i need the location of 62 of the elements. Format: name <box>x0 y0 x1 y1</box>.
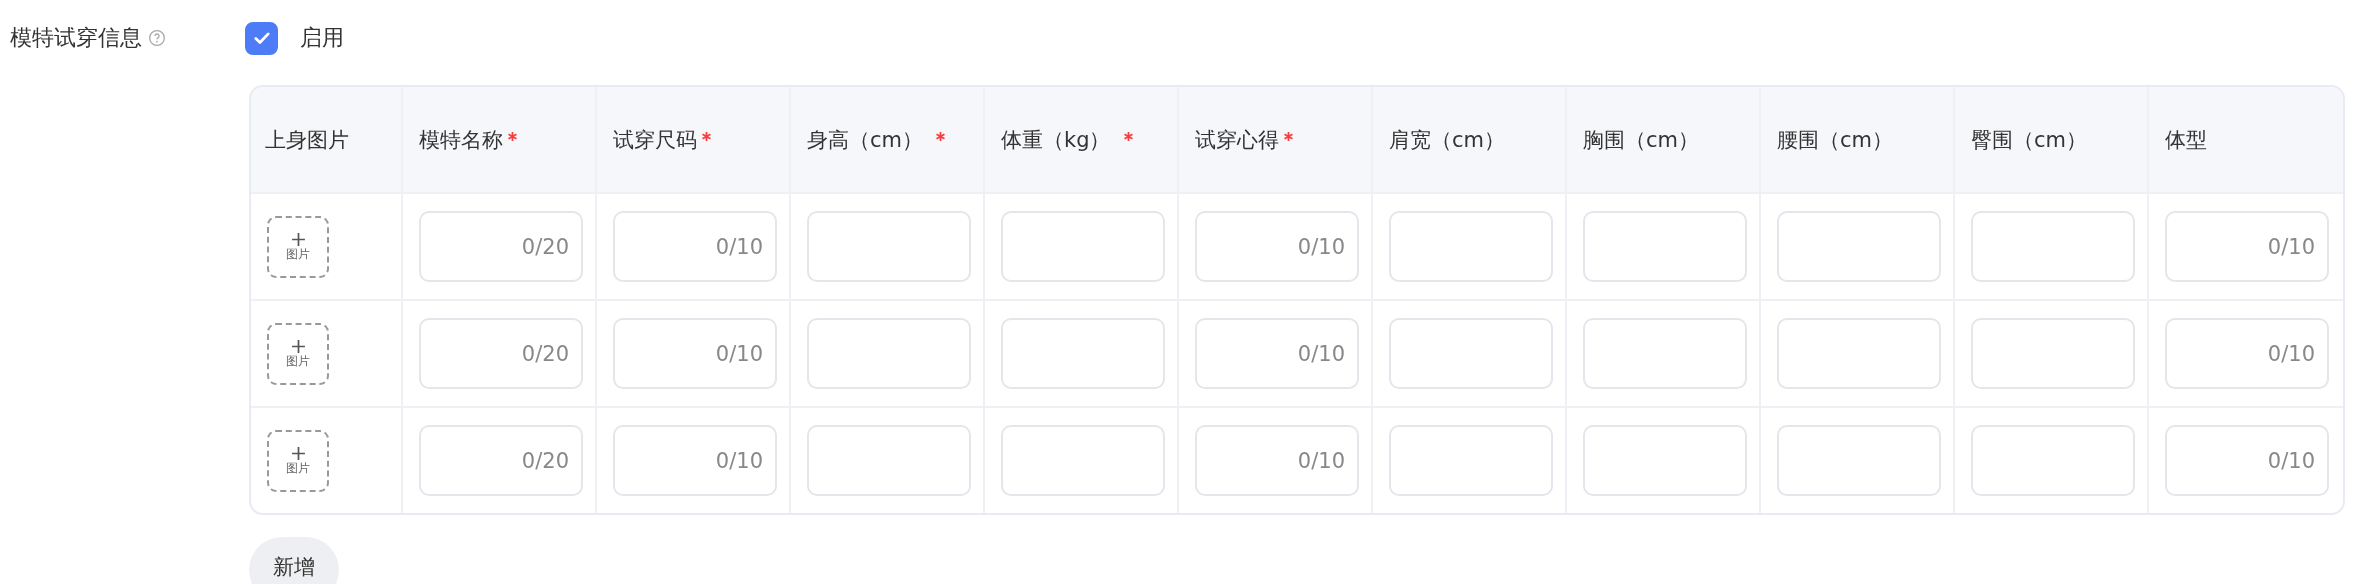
input-field[interactable]: 0/10 <box>2165 425 2329 496</box>
input-field[interactable]: 0/10 <box>613 318 777 389</box>
char-counter: 0/10 <box>715 448 763 473</box>
input-field[interactable]: 0/10 <box>1195 318 1359 389</box>
char-counter: 0/10 <box>2267 341 2315 366</box>
column-header: 体型 <box>2165 126 2207 154</box>
input-field[interactable] <box>807 318 971 389</box>
input-field[interactable] <box>1971 318 2135 389</box>
column-header: 试穿心得 <box>1195 126 1279 154</box>
char-counter: 0/10 <box>1297 341 1345 366</box>
input-field[interactable] <box>1777 425 1941 496</box>
input-field[interactable] <box>1971 211 2135 282</box>
input-field[interactable]: 0/10 <box>2165 318 2329 389</box>
input-field[interactable] <box>1389 318 1553 389</box>
column-header: 腰围（cm） <box>1777 126 1893 154</box>
input-field[interactable]: 0/10 <box>1195 425 1359 496</box>
input-field[interactable] <box>807 211 971 282</box>
plus-icon <box>290 338 306 354</box>
column-header: 试穿尺码 <box>613 126 697 154</box>
char-counter: 0/10 <box>715 341 763 366</box>
char-counter: 0/10 <box>1297 234 1345 259</box>
column-header: 上身图片 <box>265 126 349 154</box>
column-header: 肩宽（cm） <box>1389 126 1505 154</box>
char-counter: 0/10 <box>2267 234 2315 259</box>
plus-icon <box>290 445 306 461</box>
field-label: 模特试穿信息 <box>10 24 142 52</box>
add-button[interactable]: 新增 <box>249 537 339 584</box>
input-field[interactable] <box>1583 318 1747 389</box>
image-upload[interactable]: 图片 <box>267 215 329 278</box>
input-field[interactable] <box>1001 425 1165 496</box>
input-field[interactable] <box>1001 211 1165 282</box>
input-field[interactable] <box>1583 425 1747 496</box>
input-field[interactable] <box>807 425 971 496</box>
char-counter: 0/20 <box>521 234 569 259</box>
column-header: 胸围（cm） <box>1583 126 1699 154</box>
char-counter: 0/20 <box>521 341 569 366</box>
image-upload[interactable]: 图片 <box>267 322 329 385</box>
char-counter: 0/10 <box>1297 448 1345 473</box>
column-header: 身高（cm） <box>807 126 923 154</box>
input-field[interactable]: 0/20 <box>419 425 583 496</box>
input-field[interactable] <box>1583 211 1747 282</box>
input-field[interactable] <box>1971 425 2135 496</box>
input-field[interactable] <box>1777 318 1941 389</box>
char-counter: 0/10 <box>2267 448 2315 473</box>
input-field[interactable]: 0/10 <box>2165 211 2329 282</box>
input-field[interactable]: 0/10 <box>613 211 777 282</box>
char-counter: 0/20 <box>521 448 569 473</box>
input-field[interactable]: 0/20 <box>419 211 583 282</box>
image-upload[interactable]: 图片 <box>267 429 329 492</box>
enable-checkbox[interactable]: 启用 <box>245 21 344 55</box>
column-header: 体重（kg） <box>1001 126 1111 154</box>
char-counter: 0/10 <box>715 234 763 259</box>
input-field[interactable]: 0/10 <box>1195 211 1359 282</box>
column-header: 臀围（cm） <box>1971 126 2087 154</box>
input-field[interactable] <box>1001 318 1165 389</box>
input-field[interactable] <box>1389 211 1553 282</box>
column-header: 模特名称 <box>419 126 503 154</box>
input-field[interactable]: 0/20 <box>419 318 583 389</box>
input-field[interactable] <box>1777 211 1941 282</box>
input-field[interactable] <box>1389 425 1553 496</box>
plus-icon <box>290 231 306 247</box>
input-field[interactable]: 0/10 <box>613 425 777 496</box>
